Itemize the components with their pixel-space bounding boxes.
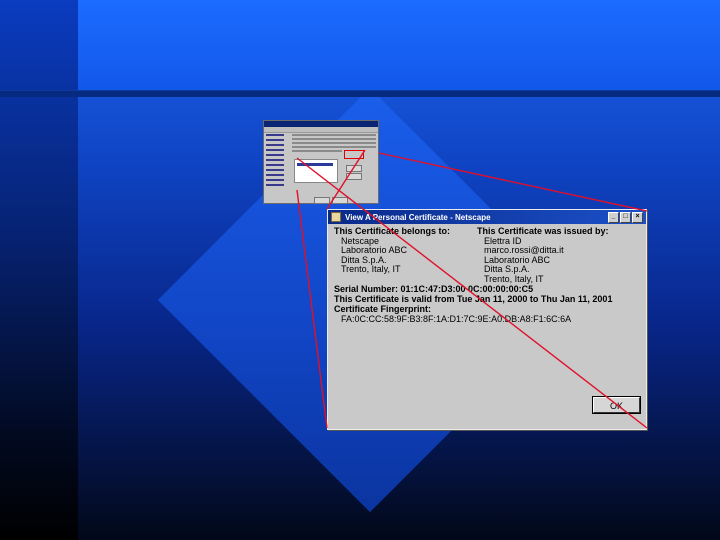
dialog-title: View A Personal Certificate - Netscape xyxy=(345,212,491,222)
thumbnail-certificate-list xyxy=(294,159,338,183)
belongs-line: Trento, Italy, IT xyxy=(341,264,401,275)
thumbnail-ok-button xyxy=(314,197,330,204)
netscape-icon xyxy=(331,212,341,222)
slide-divider xyxy=(0,90,720,97)
security-window-thumbnail xyxy=(263,120,379,204)
thumbnail-sidebar xyxy=(266,134,290,196)
thumbnail-menubar xyxy=(264,127,378,133)
ok-button[interactable]: OK xyxy=(592,396,641,414)
dialog-titlebar: View A Personal Certificate - Netscape _… xyxy=(328,210,646,224)
thumbnail-selected-certificate xyxy=(297,163,333,166)
thumbnail-button xyxy=(346,165,362,172)
maximize-icon[interactable]: □ xyxy=(620,211,631,223)
certificate-dialog: View A Personal Certificate - Netscape _… xyxy=(327,209,647,430)
slide-left-band xyxy=(0,0,78,540)
subject-column: This Certificate belongs to: Netscape La… xyxy=(334,226,484,275)
thumbnail-view-button-highlight xyxy=(344,150,364,159)
fingerprint-value: FA:0C:CC:58:9F:B3:8F:1A:D1:7C:9E:A0:DB:A… xyxy=(341,314,572,324)
issuer-column: This Certificate was issued by: Elettra … xyxy=(477,226,627,285)
close-icon[interactable]: × xyxy=(632,211,643,223)
slide-top-band xyxy=(78,0,720,90)
minimize-icon[interactable]: _ xyxy=(608,211,619,223)
thumbnail-cancel-button xyxy=(332,197,348,204)
thumbnail-button xyxy=(346,173,362,180)
